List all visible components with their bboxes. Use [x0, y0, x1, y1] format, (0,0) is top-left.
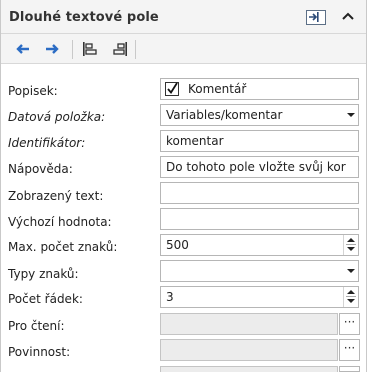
label-povinnost: Povinnost: — [8, 345, 71, 359]
label-napoveda: Nápověda: — [8, 162, 73, 176]
label-typy-znaku: Typy znaků: — [8, 267, 79, 281]
datova-polozka-value: Variables/komentar — [166, 108, 283, 122]
label-pro-cteni: Pro čtení: — [8, 319, 65, 333]
max-pocet-znaku-stepper[interactable]: 500 — [160, 234, 359, 256]
typy-znaku-select[interactable] — [160, 260, 359, 282]
arrow-right-icon[interactable] — [43, 40, 61, 58]
label-max-pocet-znaku: Max. počet znaků: — [8, 240, 118, 254]
panel-toolbar — [1, 34, 366, 64]
chevron-down-icon[interactable] — [344, 261, 358, 281]
align-right-icon[interactable] — [111, 40, 129, 58]
align-left-icon[interactable] — [81, 40, 99, 58]
povinnost-more-button[interactable]: ··· — [339, 339, 360, 361]
chevron-up-icon[interactable] — [341, 9, 355, 23]
pocet-radek-value: 3 — [166, 290, 174, 304]
vychozi-hodnota-input[interactable] — [160, 208, 359, 230]
max-pocet-znaku-value: 500 — [166, 238, 189, 252]
label-popisek: Popisek: — [8, 84, 58, 98]
dock-panel-icon[interactable] — [306, 10, 326, 25]
zobrazeny-text-input[interactable] — [160, 182, 359, 204]
identifikator-input[interactable]: komentar — [160, 130, 359, 152]
next-row-field — [160, 366, 338, 372]
toolbar-separator — [135, 40, 136, 59]
next-row-more-button[interactable] — [339, 366, 360, 372]
label-pocet-radek: Počet řádek: — [8, 292, 83, 306]
napoveda-input[interactable]: Do tohoto pole vložte svůj kor — [160, 156, 359, 178]
panel-title: Dlouhé textové pole — [9, 10, 159, 25]
datova-polozka-select[interactable]: Variables/komentar — [160, 104, 359, 126]
popisek-field[interactable]: Komentář — [160, 78, 359, 100]
pocet-radek-stepper[interactable]: 3 — [160, 286, 359, 308]
toolbar-separator — [72, 40, 73, 59]
popisek-value: Komentář — [188, 82, 247, 96]
spinner-icon[interactable] — [343, 287, 358, 307]
popisek-checkbox[interactable] — [165, 82, 179, 96]
identifikator-value: komentar — [166, 134, 224, 148]
arrow-left-icon[interactable] — [14, 40, 32, 58]
label-datova-polozka: Datová položka: — [8, 110, 106, 124]
pro-cteni-more-button[interactable]: ··· — [339, 313, 360, 335]
label-vychozi-hodnota: Výchozí hodnota: — [8, 215, 112, 229]
povinnost-field — [160, 339, 338, 361]
spinner-icon[interactable] — [343, 235, 358, 255]
label-identifikator: Identifikátor: — [8, 136, 86, 150]
pro-cteni-field — [160, 313, 338, 335]
properties-panel: Dlouhé textové pole Popisek: Komentář Da… — [0, 0, 367, 372]
label-zobrazeny-text: Zobrazený text: — [8, 189, 104, 203]
panel-header: Dlouhé textové pole — [1, 0, 366, 34]
napoveda-value: Do tohoto pole vložte svůj kor — [166, 160, 346, 174]
chevron-down-icon[interactable] — [344, 105, 358, 125]
